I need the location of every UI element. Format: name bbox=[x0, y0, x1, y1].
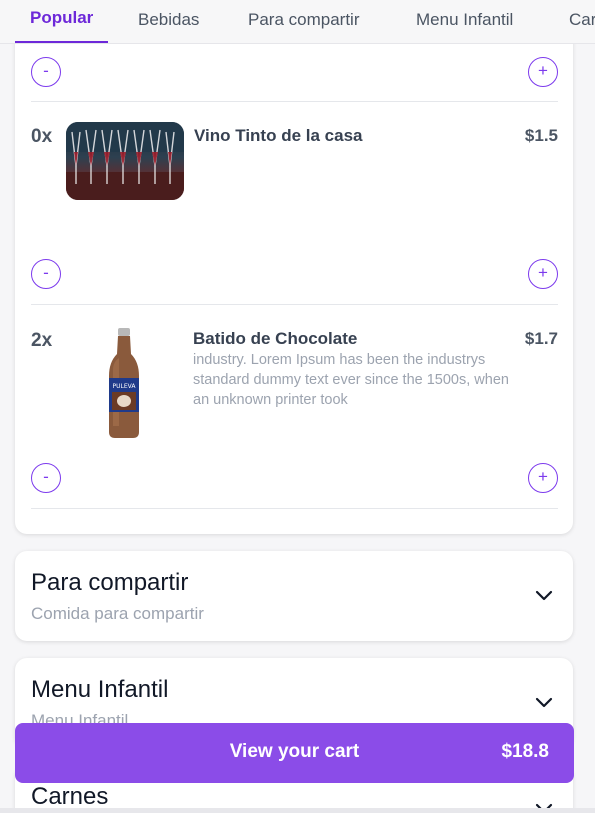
item-price: $1.5 bbox=[524, 126, 558, 145]
chevron-down-icon bbox=[535, 697, 553, 708]
decrease-quantity-button[interactable]: - bbox=[31, 259, 61, 289]
item-quantity: 0x bbox=[31, 126, 53, 147]
item-divider bbox=[31, 101, 558, 102]
category-para-compartir[interactable]: Para compartir Comida para compartir bbox=[15, 551, 573, 641]
category-title: Menu Infantil bbox=[31, 676, 169, 703]
item-quantity: 2x bbox=[31, 330, 53, 351]
item-divider bbox=[31, 304, 558, 305]
tab-menu-infantil[interactable]: Menu Infantil bbox=[396, 0, 533, 43]
increase-quantity-button[interactable]: + bbox=[528, 57, 558, 87]
category-subtitle: Comida para compartir bbox=[31, 604, 204, 623]
milkshake-bottle-photo: PULEVA bbox=[109, 328, 139, 438]
tab-carnes[interactable]: Carnes bbox=[549, 0, 595, 43]
cart-total: $18.8 bbox=[501, 741, 549, 762]
wine-glasses-photo bbox=[66, 122, 184, 200]
decrease-quantity-button[interactable]: - bbox=[31, 463, 61, 493]
item-name: Batido de Chocolate bbox=[193, 329, 358, 348]
svg-text:PULEVA: PULEVA bbox=[113, 383, 137, 390]
bottom-scroll-edge bbox=[0, 808, 595, 813]
category-title: Carnes bbox=[31, 783, 109, 810]
active-tab-underline bbox=[15, 41, 109, 43]
category-title: Para compartir bbox=[31, 569, 189, 596]
increase-quantity-button[interactable]: + bbox=[528, 463, 558, 493]
item-divider bbox=[31, 508, 558, 509]
tab-popular[interactable]: Popular bbox=[15, 0, 109, 43]
item-description: industry. Lorem Ipsum has been the indus… bbox=[193, 352, 509, 408]
item-name: Vino Tinto de la casa bbox=[194, 126, 363, 145]
tab-bebidas[interactable]: Bebidas bbox=[118, 0, 219, 43]
decrease-quantity-button[interactable]: - bbox=[31, 57, 61, 87]
popular-items-card bbox=[15, 30, 573, 534]
tab-popular-label: Popular bbox=[30, 8, 94, 27]
tab-para-compartir[interactable]: Para compartir bbox=[228, 0, 379, 43]
item-price: $1.7 bbox=[524, 329, 558, 348]
category-tab-bar: Popular Bebidas Para compartir Menu Infa… bbox=[0, 0, 595, 44]
view-cart-button[interactable]: View your cart $18.8 bbox=[15, 723, 574, 783]
view-cart-label: View your cart bbox=[229, 741, 360, 762]
chevron-down-icon bbox=[535, 590, 553, 601]
increase-quantity-button[interactable]: + bbox=[528, 259, 558, 289]
